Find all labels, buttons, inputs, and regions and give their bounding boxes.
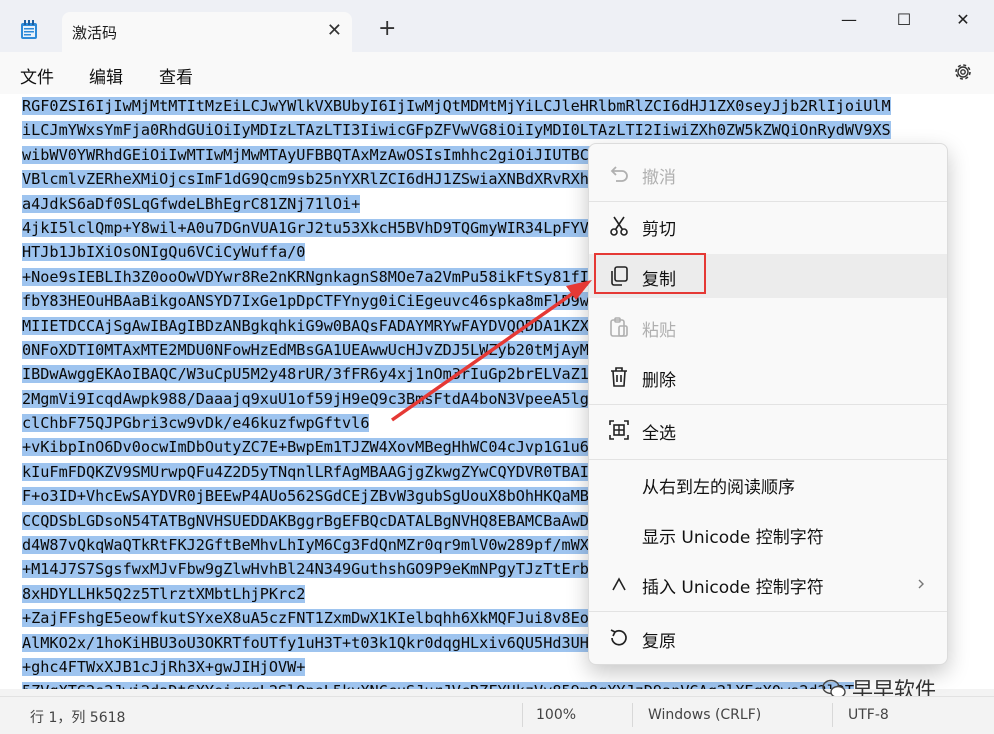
chevron-right-icon [918,579,924,589]
ctx-divider [589,201,947,202]
clipboard-icon [610,317,628,337]
encoding: UTF-8 [848,707,889,723]
selected-text: iLCJmYWxsYmFja0RhdGUiOiIyMDIzLTAzLTI3Iiw… [22,121,891,140]
maximize-button[interactable]: ☐ [881,6,927,34]
selected-text: a4JdkS6aDf0SLqGfwdeLBhEgrC81ZNj71lOi+ [22,194,361,213]
ctx-cut-label: 剪切 [642,220,676,240]
selected-text: clChbF75QJPGbri3cw9vDk/e46kuzfwpGftvl6 [22,414,370,433]
ctx-delete-label: 删除 [642,371,676,391]
reconvert-icon [610,629,627,646]
menu-bar: 文件 编辑 查看 [0,52,994,94]
ctx-paste[interactable]: 粘贴 [589,305,947,349]
ctx-undo-label: 撤消 [642,168,676,188]
menu-edit[interactable]: 编辑 [89,63,123,88]
ctx-delete[interactable]: 删除 [589,355,947,399]
status-divider [522,703,523,727]
ctx-divider [589,459,947,460]
menu-view[interactable]: 查看 [159,63,193,88]
line-ending: Windows (CRLF) [648,707,762,723]
ctx-select-all-label: 全选 [642,424,676,444]
ctx-reconvert[interactable]: 复原 [589,616,947,660]
selected-text: RGF0ZSI6IjIwMjMtMTItMzEiLCJwYWlkVXBUbyI6… [22,97,891,115]
context-menu: 撤消 剪切 复制 粘贴 删除 全选 从右到左的阅读顺序 显示 Unicode 控… [588,143,948,665]
minimize-button[interactable]: — [826,6,872,34]
ctx-undo[interactable]: 撤消 [589,152,947,196]
undo-icon [610,166,628,182]
menu-file[interactable]: 文件 [20,63,54,88]
text-line: 5ZVqXTG2s2Jwi2daDt6XYeigxgL2SlQpeL5kvXNC… [22,679,891,689]
select-all-icon [609,420,629,440]
tab-title: 激活码 [72,24,118,42]
selected-text: HTJb1JbIXiOsONIgQu6VCiCyWuffa/0 [22,243,306,262]
scissors-icon [610,216,628,236]
selected-text: 5ZVqXTG2s2Jwi2daDt6XYeigxgL2SlQpeL5kvXNC… [22,682,855,689]
ctx-cut[interactable]: 剪切 [589,204,947,248]
ctx-divider [589,611,947,612]
status-divider [632,703,633,727]
close-window-button[interactable]: ✕ [940,6,986,34]
notepad-icon [21,20,37,39]
ctx-paste-label: 粘贴 [642,321,676,341]
ctx-show-unicode-label: 显示 Unicode 控制字符 [642,528,824,548]
title-bar: 激活码 ✕ + — ☐ ✕ [0,0,994,52]
status-divider [832,703,833,727]
new-tab-button[interactable]: + [378,18,396,40]
status-bar: 行 1，列 5618 100% Windows (CRLF) UTF-8 [0,696,994,734]
ctx-rtl-reading[interactable]: 从右到左的阅读顺序 [589,462,947,506]
ctx-insert-unicode-label: 插入 Unicode 控制字符 [642,578,824,598]
selected-text: 8xHDYLLHk5Q2z5TlrztXMbtLhjPKrc2 [22,584,306,603]
caret-up-icon [612,577,626,591]
ctx-select-all[interactable]: 全选 [589,408,947,452]
ctx-rtl-label: 从右到左的阅读顺序 [642,478,795,498]
text-line: RGF0ZSI6IjIwMjMtMTItMzEiLCJwYWlkVXBUbyI6… [22,94,891,118]
document-tab[interactable]: 激活码 ✕ [62,12,352,52]
ctx-insert-unicode[interactable]: 插入 Unicode 控制字符 [589,562,947,606]
ctx-show-unicode[interactable]: 显示 Unicode 控制字符 [589,512,947,556]
zoom-level: 100% [536,707,577,723]
text-line: iLCJmYWxsYmFja0RhdGUiOiIyMDIzLTAzLTI3Iiw… [22,118,891,142]
ctx-divider [589,404,947,405]
selected-text: +ghc4FTWxXJB1cJjRh3X+gwJIHjOVW+ [22,657,306,676]
trash-icon [611,367,627,387]
ctx-reconvert-label: 复原 [642,632,676,652]
copy-highlight-box [594,253,706,294]
cursor-position: 行 1，列 5618 [30,710,126,726]
settings-gear-icon[interactable] [952,61,974,83]
tab-close-icon[interactable]: ✕ [327,20,342,41]
